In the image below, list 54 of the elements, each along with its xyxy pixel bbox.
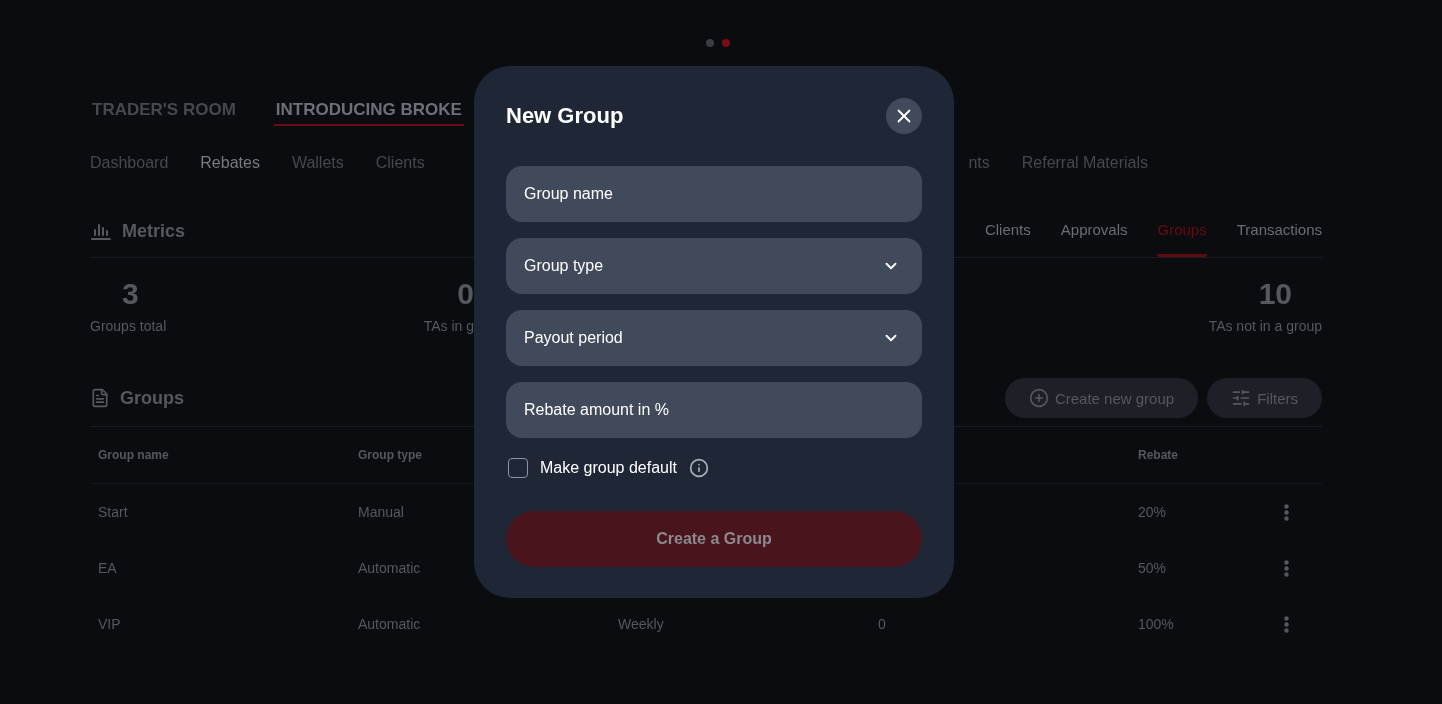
table-cell-text: 0 <box>877 616 887 632</box>
table-cell-text: Automatic <box>357 616 422 632</box>
table-cell-text: Manual <box>357 504 405 520</box>
filters-button[interactable]: Filters <box>1207 378 1322 418</box>
nav-link[interactable]: Clients <box>375 154 425 172</box>
metrics-tab[interactable]: Groups <box>1157 220 1207 257</box>
stat-label: TAs in g <box>423 317 474 335</box>
metrics-tab[interactable]: Transactions <box>1236 220 1322 257</box>
table-cell-text: EA <box>97 560 118 576</box>
section-tab[interactable]: TRADER'S ROOM <box>90 96 238 126</box>
sliders-icon <box>1231 388 1252 408</box>
plus-circle-icon <box>1028 388 1049 408</box>
table-cell-text: 100% <box>1137 616 1175 632</box>
kebab-icon <box>1284 615 1289 633</box>
table-cell-text: Start <box>97 504 129 520</box>
table-cell-text: 20% <box>1137 504 1168 520</box>
create-group-button[interactable]: Create new group <box>1004 378 1199 418</box>
checkbox-label: Make group default <box>540 458 677 477</box>
nav-link[interactable]: Referral Materials <box>1021 154 1148 172</box>
table-cell-text: VIP <box>97 616 122 632</box>
table-cell-text: 50% <box>1137 560 1168 576</box>
input-field[interactable]: Rebate amount in % <box>506 381 922 438</box>
input-field[interactable]: Group name <box>506 165 922 222</box>
pager-dot[interactable] <box>706 39 714 47</box>
kebab-icon <box>1284 503 1289 521</box>
column-header: Group name <box>97 448 170 462</box>
column-header: Group type <box>357 448 423 462</box>
nav-link[interactable]: Wallets <box>291 154 344 172</box>
kebab-icon <box>1284 559 1289 577</box>
pager-dot[interactable] <box>722 39 730 47</box>
dropdown[interactable]: Group type <box>506 237 922 294</box>
section-title: Metrics <box>122 220 186 242</box>
nav-link[interactable]: nts <box>968 154 990 172</box>
section-title: Groups <box>120 387 184 409</box>
dropdown[interactable]: Payout period <box>506 309 922 366</box>
bar-chart-icon <box>90 222 112 240</box>
table-cell-text: Weekly <box>617 616 665 632</box>
nav-link[interactable]: Dashboard <box>90 154 169 172</box>
column-header: Rebate <box>1137 448 1179 462</box>
info-icon[interactable] <box>689 457 709 478</box>
close-button[interactable] <box>886 97 922 134</box>
stat-value: 0 <box>457 278 474 310</box>
nav-link[interactable]: Rebates <box>200 154 260 172</box>
stat-label: TAs not in a group <box>1208 317 1322 335</box>
document-icon <box>90 388 110 408</box>
metrics-tab[interactable]: Clients <box>984 220 1031 257</box>
stat-value: 3 <box>121 278 139 310</box>
stat-value: 10 <box>1258 278 1293 310</box>
stat-label: Groups total <box>90 317 167 335</box>
metrics-tab[interactable]: Approvals <box>1060 220 1128 257</box>
checkbox[interactable] <box>508 457 528 478</box>
section-tab[interactable]: INTRODUCING BROKE <box>273 96 464 126</box>
dialog-title: New Group <box>506 102 624 129</box>
table-cell-text: Automatic <box>357 560 422 576</box>
